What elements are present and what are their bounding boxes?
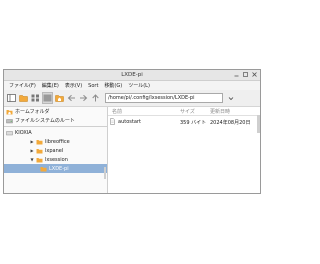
up-button[interactable]: [90, 92, 101, 104]
menu-bar: ファイル(F) 編集(E) 表示(V) Sort 移動(G) ツール(L): [4, 81, 260, 90]
arrow-left-icon: [67, 94, 75, 102]
drive-label: KIOXIA: [15, 129, 32, 136]
expand-icon[interactable]: ▶: [30, 139, 34, 144]
column-name[interactable]: 名前: [108, 108, 180, 115]
home-folder-icon: [6, 109, 13, 114]
icon-view-button[interactable]: [30, 92, 41, 104]
list-scrollbar[interactable]: [257, 115, 260, 133]
tree-label: LXDE-pi: [49, 165, 69, 172]
folder-open-icon: [36, 157, 43, 162]
usb-drive-icon: [6, 130, 13, 135]
tree-label: libreoffice: [45, 138, 70, 145]
file-row[interactable]: autostart 359 バイト 2024年08月20日: [108, 117, 260, 127]
grid-view-icon: [31, 94, 39, 102]
arrow-up-icon: [92, 94, 99, 102]
chevron-down-icon: [228, 96, 234, 100]
toggle-sidebar-button[interactable]: [6, 92, 17, 104]
drive-icon: [6, 118, 13, 123]
side-scrollbar[interactable]: [104, 167, 106, 179]
menu-file[interactable]: ファイル(F): [6, 82, 39, 89]
file-manager-window: LXDE-pi ファイル(F) 編集(E) 表示(V) Sort 移動(G) ツ…: [3, 69, 261, 194]
list-view-button[interactable]: [42, 92, 53, 104]
maximize-icon[interactable]: [243, 72, 248, 77]
menu-view[interactable]: 表示(V): [62, 82, 85, 89]
side-pane: ホームフォルダ ファイルシステムのルート KIOXIA ▶ libreoffic…: [4, 107, 108, 193]
places-list: ホームフォルダ ファイルシステムのルート: [4, 107, 107, 125]
file-icon: [108, 117, 118, 127]
forward-button[interactable]: [78, 92, 89, 104]
file-modified: 2024年08月20日: [210, 119, 251, 126]
menu-tools[interactable]: ツール(L): [125, 82, 153, 89]
folder-icon: [36, 148, 43, 153]
tree-label: lxpanel: [45, 147, 64, 154]
folder-icon: [36, 139, 43, 144]
toolbar: /home/pi/.config/lxsession/LXDE-pi: [4, 90, 260, 107]
tree-label: lxsession: [45, 156, 68, 163]
minimize-icon[interactable]: [234, 72, 239, 77]
home-folder-icon: [55, 95, 64, 102]
sidebar-icon: [7, 94, 16, 102]
path-history-button[interactable]: [226, 93, 236, 103]
text-file-icon: [110, 117, 115, 125]
place-filesystem[interactable]: ファイルシステムのルート: [4, 116, 107, 125]
window-title: LXDE-pi: [121, 72, 143, 78]
file-list: 名前 サイズ 更新日時 autostart 359 バイト 2024年08月20…: [108, 107, 260, 193]
folder-icon: [40, 166, 47, 171]
new-folder-button[interactable]: [18, 92, 29, 104]
title-bar[interactable]: LXDE-pi: [4, 70, 260, 81]
folder-icon: [19, 95, 28, 102]
home-button[interactable]: [54, 92, 65, 104]
file-size: 359 バイト: [180, 119, 207, 126]
back-button[interactable]: [66, 92, 77, 104]
place-label: ホームフォルダ: [15, 109, 50, 115]
file-name: autostart: [118, 119, 141, 125]
menu-edit[interactable]: 編集(E): [39, 82, 62, 89]
divider: [4, 126, 107, 127]
column-modified[interactable]: 更新日時: [210, 108, 230, 115]
tree-item-lxde-pi[interactable]: LXDE-pi: [4, 164, 107, 173]
tree-item-libreoffice[interactable]: ▶ libreoffice: [4, 137, 107, 146]
close-icon[interactable]: [252, 72, 257, 77]
tree-item-lxsession[interactable]: ▼ lxsession: [4, 155, 107, 164]
column-size[interactable]: サイズ: [180, 108, 210, 115]
column-headers: 名前 サイズ 更新日時: [108, 107, 260, 116]
path-input[interactable]: /home/pi/.config/lxsession/LXDE-pi: [105, 93, 223, 103]
expand-icon[interactable]: ▶: [30, 148, 34, 153]
arrow-right-icon: [80, 94, 88, 102]
drive-kioxia[interactable]: KIOXIA: [4, 128, 107, 137]
menu-go[interactable]: 移動(G): [101, 82, 125, 89]
menu-sort[interactable]: Sort: [85, 83, 101, 89]
place-home[interactable]: ホームフォルダ: [4, 107, 107, 116]
folder-tree: ▶ libreoffice ▶ lxpanel ▼ lxsession LXDE…: [4, 137, 107, 173]
list-view-icon: [43, 94, 52, 102]
collapse-icon[interactable]: ▼: [30, 157, 34, 162]
tree-item-lxpanel[interactable]: ▶ lxpanel: [4, 146, 107, 155]
place-label: ファイルシステムのルート: [15, 118, 75, 124]
